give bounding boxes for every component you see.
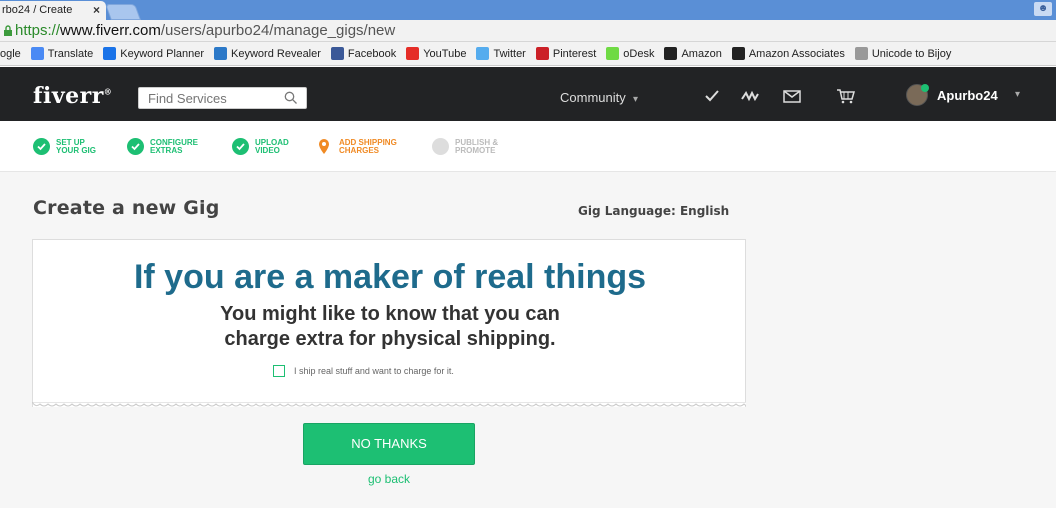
bookmark-label: oDesk [623, 47, 655, 60]
amazon-icon [664, 47, 678, 60]
step-label: PUBLISH & PROMOTE [455, 137, 499, 155]
ship-option[interactable]: I ship real stuff and want to charge for… [273, 365, 454, 377]
bookmark-label: ogle [0, 47, 21, 60]
bookmark-item[interactable]: YouTube [406, 47, 466, 60]
check-circle-icon [33, 138, 50, 155]
bookmark-item[interactable]: Twitter [476, 47, 526, 60]
pinterest-icon [535, 47, 549, 60]
community-menu[interactable]: Community ▾ [560, 90, 638, 105]
search-box [138, 87, 307, 109]
card-headline: If you are a maker of real things [133, 258, 647, 296]
card-subline: You might like to know that you can char… [33, 302, 747, 352]
url-scheme: https:// [15, 22, 61, 39]
gig-steps: SET UP YOUR GIG CONFIGURE EXTRAS UPLOAD … [0, 121, 1056, 172]
url-text[interactable]: https://www.fiverr.com/users/apurbo24/ma… [15, 22, 395, 40]
registered-mark: ® [103, 86, 113, 97]
bookmark-label: Keyword Revealer [231, 47, 321, 60]
bookmark-item[interactable]: Facebook [330, 47, 397, 60]
bookmarks-bar: ogle Translate Keyword Planner Keyword Reve… [0, 42, 1056, 66]
bookmark-label: YouTube [423, 47, 467, 60]
online-status-dot [921, 84, 929, 92]
keyword-planner-icon [103, 47, 117, 60]
bookmark-item[interactable]: Amazon [664, 47, 722, 60]
ship-checkbox[interactable] [273, 365, 285, 377]
tab-close-icon[interactable]: × [93, 1, 100, 20]
gig-language: Gig Language: English [578, 204, 730, 218]
card-subline-1: You might like to know that you can [220, 303, 560, 325]
pending-circle-icon [432, 138, 449, 155]
card-subline-2: charge extra for physical shipping. [224, 328, 556, 350]
bookmark-item[interactable]: Amazon Associates [731, 47, 845, 60]
youtube-icon [406, 47, 420, 60]
step-add-shipping[interactable]: ADD SHIPPING CHARGES [318, 138, 397, 155]
step-set-up[interactable]: SET UP YOUR GIG [33, 138, 96, 155]
bookmark-label: Translate [47, 47, 94, 60]
checkmark-icon[interactable] [702, 88, 722, 104]
bookmark-item[interactable]: ogle [0, 48, 21, 60]
odesk-icon [606, 47, 620, 60]
ship-checkbox-label: I ship real stuff and want to charge for… [294, 366, 454, 376]
bookmark-item[interactable]: Unicode to Bijoy [854, 47, 952, 60]
step-label: ADD SHIPPING CHARGES [339, 137, 397, 155]
address-bar[interactable]: https://www.fiverr.com/users/apurbo24/ma… [0, 20, 1056, 42]
bookmark-label: Facebook [347, 47, 397, 60]
go-back-link[interactable]: go back [303, 472, 475, 486]
search-icon[interactable] [284, 91, 298, 105]
shipping-card: If you are a maker of real things You mi… [32, 239, 746, 407]
cart-icon[interactable] [836, 88, 856, 104]
url-path: /users/apurbo24/manage_gigs/new [160, 22, 396, 39]
translate-icon [30, 47, 44, 60]
no-thanks-button[interactable]: NO THANKS [303, 423, 475, 465]
envelope-icon[interactable] [782, 88, 802, 104]
bookmark-label: Unicode to Bijoy [871, 47, 952, 60]
bookmark-item[interactable]: Pinterest [535, 47, 597, 60]
bookmark-label: Amazon Associates [748, 47, 845, 60]
fiverr-logo[interactable]: fiverr® [33, 83, 112, 109]
bookmark-label: Pinterest [552, 47, 597, 60]
bookmark-item[interactable]: oDesk [606, 47, 654, 60]
browser-tab[interactable]: rbo24 / Create × [0, 1, 106, 20]
step-publish[interactable]: PUBLISH & PROMOTE [432, 138, 498, 155]
main-content: Create a new Gig Gig Language: English I… [0, 172, 1056, 508]
bookmark-item[interactable]: Translate [30, 47, 94, 60]
bookmark-label: Amazon [681, 47, 722, 60]
new-tab-button[interactable] [105, 4, 141, 20]
twitter-icon [476, 47, 490, 60]
bookmark-label: Keyword Planner [120, 47, 205, 60]
amazon-icon [731, 47, 745, 60]
bookmark-label: Twitter [493, 47, 526, 60]
facebook-icon [330, 47, 344, 60]
tab-title: rbo24 / Create [2, 4, 73, 16]
page-icon [854, 47, 868, 60]
card-wavy-edge [32, 402, 746, 407]
page-title: Create a new Gig [33, 197, 220, 219]
browser-tabstrip: rbo24 / Create × ☻ [0, 0, 1056, 20]
profile-icon[interactable]: ☻ [1034, 2, 1052, 16]
check-circle-icon [232, 138, 249, 155]
step-configure-extras[interactable]: CONFIGURE EXTRAS [127, 138, 198, 155]
chevron-down-icon: ▾ [632, 94, 639, 105]
site-header: fiverr® Community ▾ Apurbo24 ▾ [0, 67, 1056, 121]
url-host: www.fiverr.com [60, 22, 161, 39]
map-pin-icon [319, 139, 329, 154]
step-label: SET UP YOUR GIG [56, 137, 97, 155]
search-input[interactable] [139, 88, 274, 108]
lock-icon [4, 25, 12, 36]
step-label: UPLOAD VIDEO [255, 137, 289, 155]
bookmark-item[interactable]: Keyword Revealer [214, 47, 321, 60]
username[interactable]: Apurbo24 [937, 88, 998, 103]
step-label: CONFIGURE EXTRAS [150, 137, 198, 155]
keyword-revealer-icon [214, 47, 228, 60]
bookmark-item[interactable]: Keyword Planner [103, 47, 204, 60]
check-circle-icon [127, 138, 144, 155]
activity-icon[interactable] [741, 88, 761, 104]
chevron-down-icon[interactable]: ▾ [1015, 89, 1020, 100]
step-upload-video[interactable]: UPLOAD VIDEO [232, 138, 289, 155]
